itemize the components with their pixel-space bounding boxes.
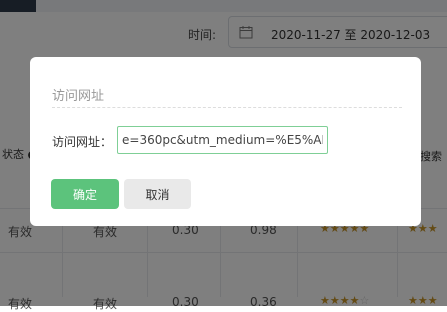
- url-field-label: 访问网址：: [52, 135, 113, 149]
- visit-url-dialog: 访问网址 访问网址： 确定 取消: [30, 57, 421, 226]
- confirm-button[interactable]: 确定: [51, 179, 119, 209]
- url-input[interactable]: [117, 126, 328, 154]
- cancel-button[interactable]: 取消: [124, 179, 191, 209]
- dialog-divider: [52, 107, 402, 108]
- dialog-title: 访问网址: [52, 89, 105, 104]
